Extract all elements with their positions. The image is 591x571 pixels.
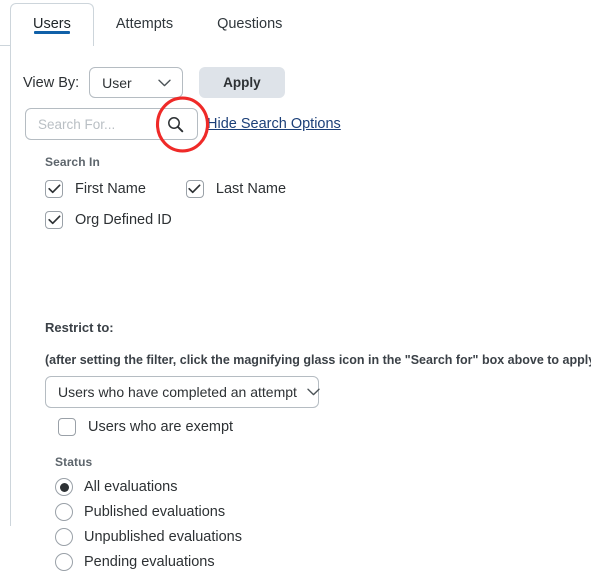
restrict-to-select-value: Users who have completed an attempt	[58, 384, 297, 400]
checkbox-first-name[interactable]: First Name	[45, 180, 146, 198]
search-in-group-label: Search In	[45, 155, 100, 169]
radio-unpublished-evaluations[interactable]: Unpublished evaluations	[55, 528, 242, 546]
checkbox-org-defined-id-label: Org Defined ID	[75, 212, 172, 228]
search-icon[interactable]	[153, 109, 197, 139]
view-by-row: View By: User Apply	[23, 67, 285, 98]
checkbox-users-exempt-label: Users who are exempt	[88, 419, 234, 435]
restrict-to-title: Restrict to:	[45, 320, 114, 335]
checkbox-first-name-label: First Name	[75, 181, 146, 197]
checkbox-first-name-box	[45, 180, 63, 198]
search-in-group: Search In First Name Last Name Org Defin…	[45, 155, 286, 229]
tab-bar: Users Attempts Questions	[0, 0, 591, 47]
checkbox-org-defined-id-box	[45, 211, 63, 229]
apply-button[interactable]: Apply	[199, 67, 285, 98]
radio-all-evaluations-control	[55, 478, 73, 496]
search-row: Hide Search Options	[25, 108, 341, 140]
status-group-label: Status	[55, 455, 93, 469]
tab-list: Users Attempts Questions	[10, 3, 304, 46]
restrict-to-select[interactable]: Users who have completed an attempt	[45, 376, 320, 408]
radio-all-evaluations[interactable]: All evaluations	[55, 478, 242, 496]
status-group: Status All evaluations Published evaluat…	[55, 455, 242, 571]
radio-published-evaluations[interactable]: Published evaluations	[55, 503, 242, 521]
search-input[interactable]	[26, 110, 150, 138]
radio-all-evaluations-label: All evaluations	[84, 479, 178, 495]
radio-selected-dot	[59, 482, 69, 492]
users-tab-panel: View By: User Apply Hide Search Options	[10, 45, 591, 571]
view-by-select-value: User	[102, 74, 132, 91]
chevron-down-icon	[154, 79, 174, 87]
checkbox-last-name-box	[185, 180, 204, 198]
radio-pending-evaluations-label: Pending evaluations	[84, 554, 215, 570]
hide-search-options-link[interactable]: Hide Search Options	[207, 116, 341, 132]
tab-active-indicator	[33, 31, 70, 34]
checkbox-org-defined-id[interactable]: Org Defined ID	[45, 211, 172, 229]
chevron-down-icon	[307, 388, 320, 396]
radio-unpublished-evaluations-control	[55, 528, 73, 546]
radio-published-evaluations-control	[55, 503, 73, 521]
restrict-to-hint: (after setting the filter, click the mag…	[45, 353, 591, 367]
view-by-select[interactable]: User	[89, 67, 184, 98]
radio-pending-evaluations-control	[55, 553, 73, 571]
tab-attempts-label: Attempts	[115, 16, 174, 32]
tab-users[interactable]: Users	[10, 3, 94, 46]
checkbox-last-name[interactable]: Last Name	[185, 180, 287, 198]
tab-questions-label: Questions	[217, 16, 283, 32]
tab-users-label: Users	[33, 16, 71, 32]
view-by-label: View By:	[23, 74, 80, 91]
tab-attempts[interactable]: Attempts	[94, 3, 195, 46]
checkbox-users-exempt-box	[58, 418, 76, 436]
tab-questions[interactable]: Questions	[195, 3, 304, 46]
checkbox-users-exempt[interactable]: Users who are exempt	[58, 418, 233, 436]
checkbox-last-name-label: Last Name	[215, 181, 287, 197]
search-box[interactable]	[25, 108, 198, 140]
search-in-row-1: First Name Last Name	[45, 180, 286, 198]
search-in-row-2: Org Defined ID	[45, 211, 286, 229]
radio-pending-evaluations[interactable]: Pending evaluations	[55, 553, 242, 571]
radio-unpublished-evaluations-label: Unpublished evaluations	[84, 529, 242, 545]
radio-published-evaluations-label: Published evaluations	[84, 504, 226, 520]
